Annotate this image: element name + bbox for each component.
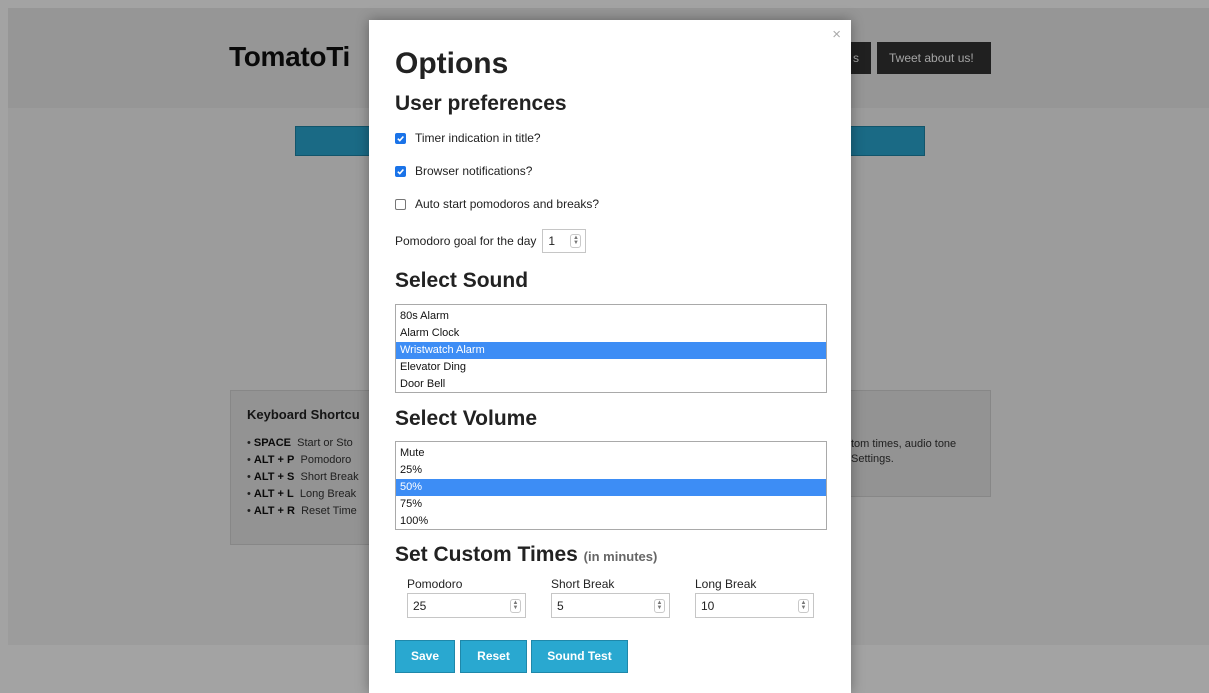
checkbox-checked[interactable] (395, 132, 406, 144)
checkbox-unchecked[interactable] (395, 198, 406, 210)
checkbox-label: Browser notifications? (415, 164, 533, 178)
checkbox-checked[interactable] (395, 165, 406, 177)
short-break-time-label: Short Break (551, 577, 615, 591)
timer-in-title-option[interactable]: Timer indication in title? (395, 131, 541, 145)
custom-times-title: Set Custom Times (in minutes) (395, 543, 658, 566)
short-break-time-input[interactable]: 5 ▲ ▼ (551, 593, 670, 618)
pomodoro-goal-label: Pomodoro goal for the day (395, 234, 537, 248)
user-preferences-title: User preferences (395, 92, 567, 115)
spinner-icon[interactable]: ▲ ▼ (654, 598, 665, 613)
options-modal: × Options User preferences Timer indicat… (369, 20, 851, 693)
pomodoro-goal-row: Pomodoro goal for the day 1 ▲ ▼ (395, 229, 587, 253)
pomodoro-goal-value: 1 (548, 234, 556, 248)
modal-title: Options (395, 47, 509, 80)
save-button[interactable]: Save (395, 640, 455, 673)
pomodoro-time-input[interactable]: 25 ▲ ▼ (407, 593, 526, 618)
spinner-icon[interactable]: ▲ ▼ (570, 234, 582, 248)
select-sound-title: Select Sound (395, 269, 529, 292)
pomodoro-goal-input[interactable]: 1 ▲ ▼ (542, 229, 587, 253)
volume-option[interactable]: 100% (396, 513, 826, 530)
pomodoro-time-label: Pomodoro (407, 577, 463, 591)
sound-option[interactable]: Door Bell (396, 376, 826, 393)
browser-notifications-option[interactable]: Browser notifications? (395, 164, 532, 178)
long-break-time-field: Long Break 10 ▲ ▼ (683, 577, 814, 618)
sound-test-button[interactable]: Sound Test (531, 640, 628, 673)
checkbox-label: Timer indication in title? (415, 131, 541, 145)
check-icon (397, 135, 404, 142)
auto-start-option[interactable]: Auto start pomodoros and breaks? (395, 197, 599, 211)
volume-option[interactable]: Mute (396, 445, 826, 462)
spinner-icon[interactable]: ▲ ▼ (510, 598, 521, 613)
pomodoro-time-field: Pomodoro 25 ▲ ▼ (395, 577, 526, 618)
sound-option[interactable]: Elevator Ding (396, 359, 826, 376)
sound-option-selected[interactable]: Wristwatch Alarm (396, 342, 826, 359)
sound-option[interactable]: 80s Alarm (396, 308, 826, 325)
volume-option-selected[interactable]: 50% (396, 479, 826, 496)
volume-listbox[interactable]: Mute 25% 50% 75% 100% (395, 441, 827, 530)
select-volume-title: Select Volume (395, 407, 537, 430)
sound-option[interactable]: Alarm Clock (396, 325, 826, 342)
reset-button[interactable]: Reset (460, 640, 527, 673)
spinner-icon[interactable]: ▲ ▼ (798, 598, 809, 613)
long-break-time-input[interactable]: 10 ▲ ▼ (695, 593, 814, 618)
custom-times-note: (in minutes) (583, 549, 658, 564)
close-icon[interactable]: × (832, 26, 841, 43)
volume-option[interactable]: 75% (396, 496, 826, 513)
volume-option[interactable]: 25% (396, 462, 826, 479)
sound-listbox[interactable]: 80s Alarm Alarm Clock Wristwatch Alarm E… (395, 304, 827, 393)
long-break-time-label: Long Break (695, 577, 757, 591)
check-icon (397, 168, 404, 175)
checkbox-label: Auto start pomodoros and breaks? (415, 197, 600, 211)
short-break-time-field: Short Break 5 ▲ ▼ (539, 577, 670, 618)
